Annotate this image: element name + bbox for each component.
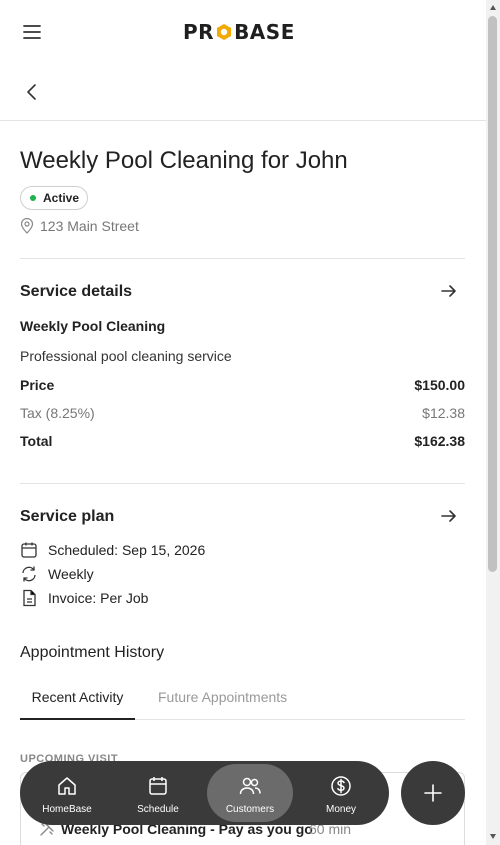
dollar-icon: [331, 776, 351, 796]
probase-logo[interactable]: PR BASE: [183, 20, 295, 44]
nav-label-money: Money: [325, 804, 356, 815]
status-dot-icon: [30, 195, 36, 201]
service-description: Professional pool cleaning service: [20, 348, 232, 364]
scroll-thumb[interactable]: [488, 16, 497, 572]
page-title: Weekly Pool Cleaning for John: [20, 147, 348, 174]
address-text: 123 Main Street: [40, 218, 139, 234]
status-label: Active: [43, 191, 80, 205]
scroll-down-arrow-icon[interactable]: [489, 832, 497, 840]
scrollbar[interactable]: [486, 0, 500, 845]
tab-recent-activity[interactable]: Recent Activity: [20, 689, 135, 720]
document-icon: [23, 589, 36, 607]
tax-label: Tax (8.25%): [20, 405, 95, 421]
plan-invoice-row: Invoice: Per Job: [20, 588, 148, 608]
calendar-icon: [21, 542, 37, 558]
appointment-history-title: Appointment History: [20, 644, 165, 661]
plan-frequency-row: Weekly: [20, 564, 94, 584]
plan-invoice-text: Invoice: Per Job: [48, 590, 149, 606]
nav-item-customers[interactable]: Customers: [207, 764, 293, 822]
calendar-icon: [149, 777, 167, 795]
nav-item-homebase[interactable]: HomeBase: [24, 764, 110, 822]
price-row: Price $150.00: [20, 377, 465, 393]
divider: [20, 483, 465, 484]
history-tabs: Recent Activity Future Appointments: [20, 681, 465, 720]
status-badge: Active: [20, 186, 89, 210]
logo-text-right: BASE: [234, 20, 295, 44]
nav-item-schedule[interactable]: Schedule: [115, 764, 201, 822]
scroll-up-arrow-icon[interactable]: [489, 4, 497, 12]
bottom-nav: HomeBase Schedule Customers Money: [20, 761, 389, 825]
service-name: Weekly Pool Cleaning: [20, 318, 166, 334]
service-plan-title: Service plan: [20, 508, 115, 525]
plus-icon: [424, 784, 442, 802]
service-details-title: Service details: [20, 283, 133, 300]
address-row: 123 Main Street: [20, 216, 139, 236]
back-bar: [0, 64, 486, 121]
plan-scheduled-text: Scheduled: Sep 15, 2026: [48, 542, 206, 558]
add-button[interactable]: [401, 761, 465, 825]
nav-label-customers: Customers: [225, 804, 275, 815]
total-value: $162.38: [414, 433, 465, 449]
plan-scheduled-row: Scheduled: Sep 15, 2026: [20, 540, 205, 560]
hamburger-icon[interactable]: [22, 22, 42, 42]
total-row: Total $162.38: [20, 433, 465, 449]
location-pin-icon: [20, 218, 34, 234]
repeat-icon: [22, 566, 36, 582]
users-icon: [239, 777, 261, 795]
top-bar: PR BASE: [0, 0, 486, 64]
logo-hex-icon: [215, 23, 233, 41]
nav-item-money[interactable]: Money: [298, 764, 384, 822]
tab-future-appointments[interactable]: Future Appointments: [158, 689, 287, 720]
chevron-left-icon[interactable]: [22, 82, 42, 102]
price-value: $150.00: [414, 377, 465, 393]
price-label: Price: [20, 377, 55, 393]
nav-label-homebase: HomeBase: [42, 804, 92, 815]
total-label: Total: [20, 433, 53, 449]
service-plan-arrow-icon[interactable]: [439, 506, 459, 526]
divider: [20, 258, 465, 259]
plan-frequency-text: Weekly: [48, 566, 94, 582]
service-details-arrow-icon[interactable]: [439, 281, 459, 301]
nav-label-schedule: Schedule: [137, 804, 179, 815]
home-icon: [58, 777, 76, 795]
tax-row: Tax (8.25%) $12.38: [20, 405, 465, 421]
tax-value: $12.38: [422, 405, 465, 421]
logo-text-left: PR: [183, 20, 215, 44]
